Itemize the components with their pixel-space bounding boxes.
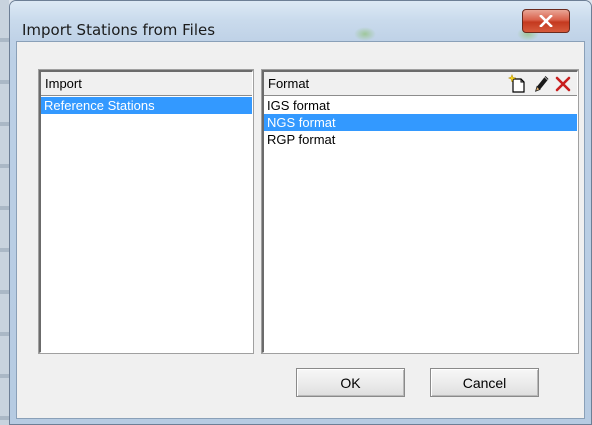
edit-format-button[interactable]: [531, 73, 553, 94]
import-header-label: Import: [45, 76, 82, 91]
format-list-item[interactable]: IGS format: [264, 97, 577, 114]
format-item-label: RGP format: [267, 132, 336, 147]
format-header-label: Format: [268, 76, 310, 91]
cancel-button[interactable]: Cancel: [430, 368, 539, 397]
format-list-panel[interactable]: Format IGS format NGS format RGP format: [262, 70, 578, 353]
titlebar-glow: [354, 27, 376, 41]
format-item-label: NGS format: [267, 115, 336, 130]
ok-button-label: OK: [340, 374, 361, 391]
window-title: Import Stations from Files: [22, 21, 216, 39]
delete-x-icon: [555, 76, 571, 91]
new-file-icon: [508, 73, 525, 93]
import-column-header[interactable]: Import: [41, 72, 252, 96]
desktop-background-strip: [0, 0, 9, 425]
delete-format-button[interactable]: [552, 73, 574, 94]
format-list-item[interactable]: NGS format: [264, 114, 577, 131]
close-icon: [539, 15, 553, 27]
import-list-panel[interactable]: Import Reference Stations: [39, 70, 253, 353]
ok-button[interactable]: OK: [296, 368, 405, 397]
pencil-icon: [534, 75, 549, 92]
import-list-item[interactable]: Reference Stations: [41, 97, 252, 114]
title-bar[interactable]: Import Stations from Files: [10, 1, 591, 41]
import-stations-dialog: Import Stations from Files Import Refere…: [9, 0, 592, 425]
format-list-item[interactable]: RGP format: [264, 131, 577, 148]
import-item-label: Reference Stations: [44, 98, 155, 113]
cancel-button-label: Cancel: [462, 374, 507, 391]
format-column-header: Format: [264, 72, 577, 96]
new-format-button[interactable]: [507, 73, 529, 94]
dialog-client-area: Import Reference Stations Format IGS for…: [16, 41, 585, 419]
format-item-label: IGS format: [267, 98, 330, 113]
close-button[interactable]: [522, 9, 570, 33]
